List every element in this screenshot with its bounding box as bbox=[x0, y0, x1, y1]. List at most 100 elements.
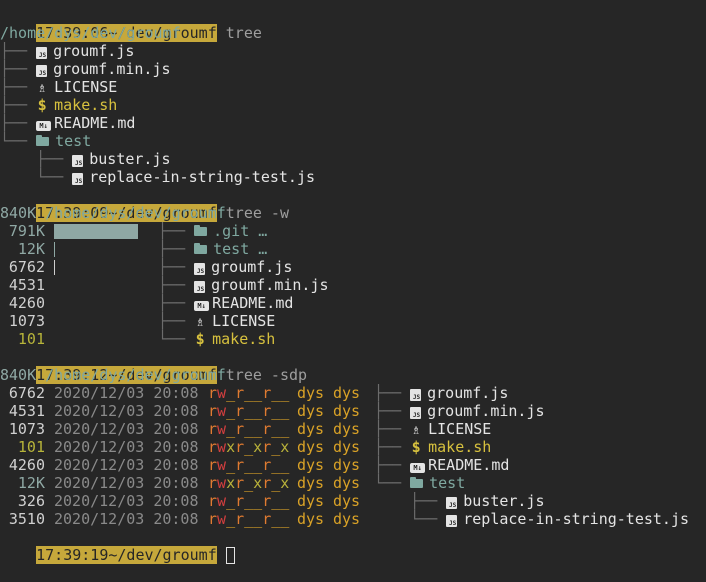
list-item: 791K ├── .git … bbox=[0, 222, 706, 240]
size-bar bbox=[54, 242, 55, 257]
file-size: 4260 bbox=[8, 456, 45, 474]
list-item: └── JS replace-in-string-test.js bbox=[0, 168, 706, 186]
file-size: 6762 bbox=[8, 384, 45, 402]
tree-branch: ├── bbox=[158, 240, 186, 258]
file-owner: dys bbox=[297, 510, 325, 528]
list-item: 3510 2020/12/03 20:08 rw_r__r__ dys dys └── … bbox=[0, 510, 706, 528]
file-size: 4531 bbox=[8, 276, 45, 294]
dollar-icon: $ bbox=[195, 330, 205, 348]
tree-branch: ├── bbox=[374, 384, 402, 402]
list-item: ├── JS groumf.min.js bbox=[0, 60, 706, 78]
folder-icon bbox=[194, 225, 208, 236]
file-name: test … bbox=[213, 240, 268, 258]
file-date: 2020/12/03 20:08 bbox=[54, 510, 199, 528]
list-item: 1073 ├── ♗ LICENSE bbox=[0, 312, 706, 330]
file-group: dys bbox=[333, 474, 361, 492]
tree-entry: ├── M↓ README.md bbox=[158, 294, 293, 312]
js-file-icon: JS bbox=[410, 389, 422, 401]
file-group: dys bbox=[333, 438, 361, 456]
tree-branch: └── bbox=[374, 474, 402, 492]
tree-branch: └── bbox=[0, 168, 64, 186]
license-icon: ♗ bbox=[38, 81, 47, 96]
list-item: ├── JS groumf.js bbox=[0, 42, 706, 60]
tree-branch: ├── bbox=[374, 420, 402, 438]
tree-branch: ├── bbox=[158, 294, 186, 312]
tree-branch: ├── bbox=[158, 258, 186, 276]
list-item: 1073 2020/12/03 20:08 rw_r__r__ dys dys ├── ♗… bbox=[0, 420, 706, 438]
file-size: 4260 bbox=[8, 294, 45, 312]
license-icon: ♗ bbox=[196, 315, 205, 330]
file-name: groumf.min.js bbox=[427, 402, 545, 420]
text-cursor[interactable] bbox=[225, 547, 235, 564]
tree-branch: ├── bbox=[374, 402, 402, 420]
file-name: test bbox=[429, 474, 466, 492]
tree-branch: ├── bbox=[0, 96, 28, 114]
dollar-icon: $ bbox=[37, 96, 47, 114]
tree-branch: ├── bbox=[158, 276, 186, 294]
file-size: 101 bbox=[17, 438, 45, 456]
terminal-window[interactable]: 17:39:06~/dev/groumf tree /home/dys/dev/… bbox=[0, 0, 706, 564]
permissions: rw_r__r__ bbox=[208, 384, 290, 402]
list-item: 12K ├── test … bbox=[0, 240, 706, 258]
tree-root: /home/dys/dev/groumf bbox=[0, 24, 181, 42]
js-file-icon: JS bbox=[410, 407, 422, 419]
dollar-icon: $ bbox=[411, 438, 421, 456]
file-name: test bbox=[55, 132, 92, 150]
markdown-icon: M↓ bbox=[194, 301, 210, 311]
tree-branch: ├── bbox=[0, 78, 28, 96]
permissions: rw_r__r__ bbox=[208, 402, 290, 420]
file-name: replace-in-string-test.js bbox=[463, 510, 690, 528]
prompt-line: 17:39:09~/dev/groumf tree -w bbox=[0, 186, 706, 222]
tree-branch: ├── bbox=[374, 456, 402, 474]
js-file-icon: JS bbox=[446, 515, 458, 527]
file-owner: dys bbox=[297, 438, 325, 456]
tree-list: ├── JS groumf.js ├── JS groumf.min.js ├── ♗ L… bbox=[0, 42, 706, 186]
tree-entry: └── $ make.sh bbox=[158, 330, 275, 348]
file-name: buster.js bbox=[463, 492, 545, 510]
file-date: 2020/12/03 20:08 bbox=[54, 474, 199, 492]
file-name: .git … bbox=[213, 222, 268, 240]
js-file-icon: JS bbox=[194, 281, 206, 293]
file-group: dys bbox=[333, 384, 361, 402]
file-date: 2020/12/03 20:08 bbox=[54, 384, 199, 402]
js-file-icon: JS bbox=[72, 155, 84, 167]
file-name: LICENSE bbox=[212, 312, 276, 330]
prompt-line[interactable]: 17:39:19~/dev/groumf bbox=[0, 528, 706, 564]
tree-entry: ├── JS buster.js bbox=[374, 492, 545, 510]
tree-branch: ├── bbox=[374, 492, 438, 510]
file-owner: dys bbox=[297, 474, 325, 492]
file-date: 2020/12/03 20:08 bbox=[54, 492, 199, 510]
tree-branch: └── bbox=[374, 510, 438, 528]
file-name: README.md bbox=[212, 294, 294, 312]
tree-branch: ├── bbox=[158, 312, 186, 330]
file-name: groumf.min.js bbox=[53, 60, 171, 78]
tree-branch: ├── bbox=[158, 222, 186, 240]
js-file-icon: JS bbox=[194, 263, 206, 275]
file-name: make.sh bbox=[428, 438, 492, 456]
list-item: 4260 2020/12/03 20:08 rw_r__r__ dys dys ├── M… bbox=[0, 456, 706, 474]
list-item: 326 2020/12/03 20:08 rw_r__r__ dys dys ├── J… bbox=[0, 492, 706, 510]
tree-entry: ├── .git … bbox=[158, 222, 267, 240]
tree-list: 791K ├── .git … 12K ├── test … 6762 ├── JS gro… bbox=[0, 222, 706, 348]
file-size: 326 bbox=[17, 492, 45, 510]
list-item: 4531 2020/12/03 20:08 rw_r__r__ dys dys ├── J… bbox=[0, 402, 706, 420]
folder-icon bbox=[194, 243, 208, 254]
file-name: groumf.js bbox=[211, 258, 293, 276]
size-bar bbox=[54, 224, 138, 239]
tree-list: 6762 2020/12/03 20:08 rw_r__r__ dys dys ├── J… bbox=[0, 384, 706, 528]
file-date: 2020/12/03 20:08 bbox=[54, 456, 199, 474]
list-item: ├── JS buster.js bbox=[0, 150, 706, 168]
tree-entry: ├── test … bbox=[158, 240, 267, 258]
file-owner: dys bbox=[297, 420, 325, 438]
tree-branch: ├── bbox=[0, 150, 64, 168]
file-name: groumf.js bbox=[427, 384, 509, 402]
file-name: make.sh bbox=[212, 330, 276, 348]
list-item: 6762 2020/12/03 20:08 rw_r__r__ dys dys ├── J… bbox=[0, 384, 706, 402]
file-size: 1073 bbox=[8, 312, 45, 330]
file-name: LICENSE bbox=[54, 78, 118, 96]
tree-entry: ├── JS groumf.min.js bbox=[374, 402, 545, 420]
list-item: ├── $ make.sh bbox=[0, 96, 706, 114]
tree-root: /home/dys/dev/groumf bbox=[45, 204, 226, 222]
list-item: 12K 2020/12/03 20:08 rwxr_xr_x dys dys └── te… bbox=[0, 474, 706, 492]
permissions: rw_r__r__ bbox=[208, 492, 290, 510]
